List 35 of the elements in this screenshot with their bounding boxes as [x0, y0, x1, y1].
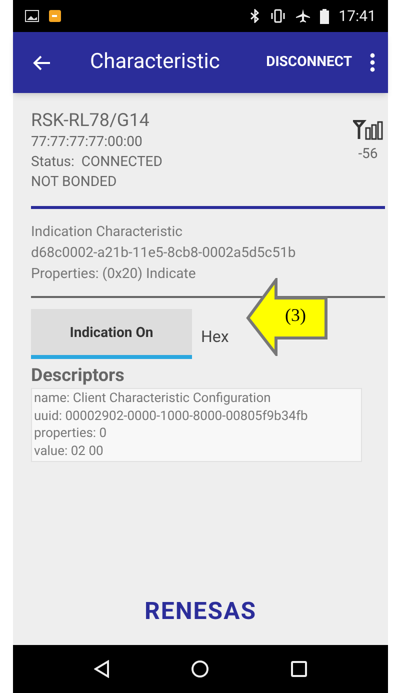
square-recents-icon: [291, 661, 308, 677]
device-name: RSK-RL78/G14: [31, 110, 150, 132]
descriptor-line: properties: 0: [34, 425, 108, 442]
descriptors-heading: Descriptors: [31, 365, 126, 387]
circle-home-icon: [191, 660, 210, 678]
battery-icon: [320, 8, 329, 24]
rssi-value: -56: [358, 145, 378, 164]
callout-label: (3): [285, 305, 306, 325]
back-nav-button[interactable]: [94, 660, 110, 678]
screen-title: Characteristic: [90, 48, 220, 76]
back-arrow-icon: [33, 54, 51, 70]
recents-nav-button[interactable]: [291, 661, 308, 677]
descriptor-line: name: Client Characteristic Configuration: [34, 390, 272, 408]
tab[interactable]: Indication On: [31, 309, 192, 359]
more-icon: [370, 53, 374, 72]
triangle-back-icon: [94, 660, 110, 678]
characteristic-properties: Properties: (0x20) Indicate: [31, 265, 197, 284]
disconnect-button[interactable]: DISCONNECT: [266, 52, 352, 73]
image-icon: [25, 10, 39, 22]
airplane-icon: [296, 9, 310, 23]
descriptor-line: uuid: 00002902-0000-1000-8000-00805f9b34fb: [34, 408, 309, 425]
bond-status: NOT BONDED: [31, 173, 118, 192]
characteristic-uuid: d68c0002-a21b-11e5-8cb8-0002a5d5c51b: [31, 244, 297, 263]
home-nav-button[interactable]: [191, 660, 210, 678]
vibrate-icon: [270, 9, 286, 23]
bluetooth-icon: [250, 9, 260, 23]
signal-strength-icon: [353, 120, 383, 140]
descriptor-line: value: 02 00: [34, 442, 104, 460]
connection-status: Status: CONNECTED: [31, 153, 164, 172]
device-address: 77:77:77:77:00:00: [31, 133, 144, 152]
tab[interactable]: Hex: [201, 327, 229, 347]
characteristic-name: Indication Characteristic: [31, 223, 184, 242]
renesas-logo: RENESAS: [144, 596, 256, 627]
notification-icon: [49, 10, 61, 22]
clock: 17:41: [338, 6, 376, 27]
